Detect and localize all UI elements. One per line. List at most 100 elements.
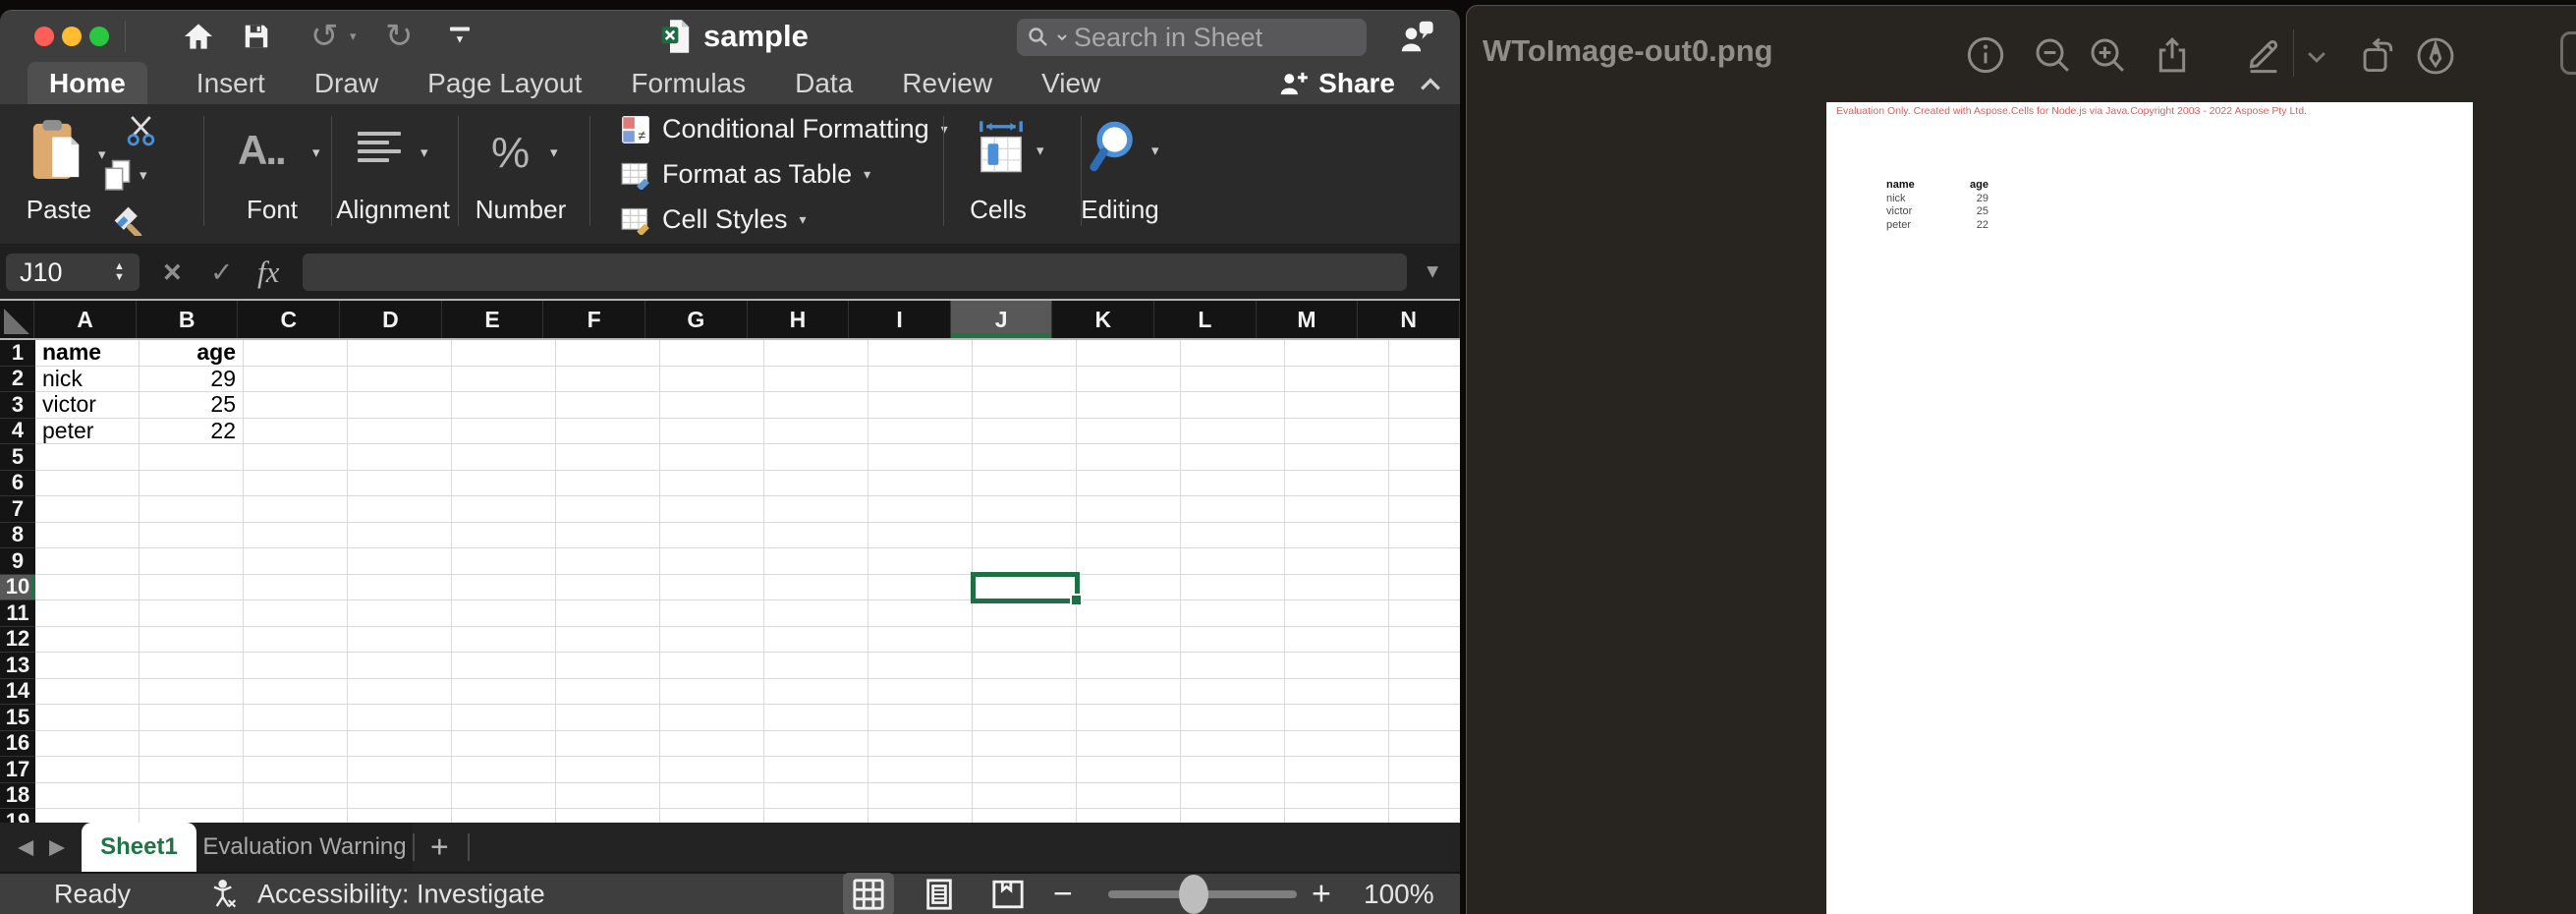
cell-F2[interactable] xyxy=(556,367,660,393)
cell-H6[interactable] xyxy=(764,471,868,497)
cell-C16[interactable] xyxy=(244,731,348,758)
cell-K8[interactable] xyxy=(1077,523,1181,549)
cell-D3[interactable] xyxy=(348,392,452,419)
row-header-2[interactable]: 2 xyxy=(0,367,35,393)
cell-J16[interactable] xyxy=(973,731,1077,758)
undo-caret-icon[interactable]: ▾ xyxy=(350,29,357,44)
cell-H16[interactable] xyxy=(764,731,868,758)
cell-B18[interactable] xyxy=(140,783,244,810)
sheet-tab-evaluation-warning[interactable]: Evaluation Warning xyxy=(196,823,413,872)
select-all-corner[interactable] xyxy=(0,301,34,338)
cell-I8[interactable] xyxy=(868,523,973,549)
search-input[interactable] xyxy=(1074,23,1422,53)
cell-M19[interactable] xyxy=(1285,809,1389,823)
cell-D18[interactable] xyxy=(348,783,452,810)
tab-insert[interactable]: Insert xyxy=(196,68,265,99)
cell-L4[interactable] xyxy=(1181,419,1285,445)
row-header-9[interactable]: 9 xyxy=(0,548,35,575)
cell-M9[interactable] xyxy=(1285,548,1389,575)
cell-J18[interactable] xyxy=(973,783,1077,810)
cell-G5[interactable] xyxy=(660,444,764,471)
font-caret-icon[interactable]: ▾ xyxy=(312,143,320,161)
cell-E7[interactable] xyxy=(452,496,556,523)
cell-F17[interactable] xyxy=(556,757,660,783)
cell-A5[interactable] xyxy=(35,444,140,471)
cell-E13[interactable] xyxy=(452,653,556,679)
cell-L15[interactable] xyxy=(1181,705,1285,731)
row-header-8[interactable]: 8 xyxy=(0,523,35,549)
cell-E5[interactable] xyxy=(452,444,556,471)
cell-J3[interactable] xyxy=(973,392,1077,419)
cell-H7[interactable] xyxy=(764,496,868,523)
cell-L17[interactable] xyxy=(1181,757,1285,783)
cell-J5[interactable] xyxy=(973,444,1077,471)
row-header-19[interactable]: 19 xyxy=(0,809,35,823)
cell-C19[interactable] xyxy=(244,809,348,823)
cell-I19[interactable] xyxy=(868,809,973,823)
cell-C13[interactable] xyxy=(244,653,348,679)
cell-C10[interactable] xyxy=(244,575,348,601)
cell-J8[interactable] xyxy=(973,523,1077,549)
row-header-12[interactable]: 12 xyxy=(0,627,35,654)
cell-M11[interactable] xyxy=(1285,600,1389,627)
cell-E12[interactable] xyxy=(452,627,556,654)
cell-L13[interactable] xyxy=(1181,653,1285,679)
cell-H9[interactable] xyxy=(764,548,868,575)
cell-F11[interactable] xyxy=(556,600,660,627)
cell-J15[interactable] xyxy=(973,705,1077,731)
row-header-7[interactable]: 7 xyxy=(0,496,35,523)
cell-L1[interactable] xyxy=(1181,340,1285,367)
row-header-17[interactable]: 17 xyxy=(0,757,35,783)
row-header-18[interactable]: 18 xyxy=(0,783,35,810)
share-button[interactable]: Share xyxy=(1277,68,1395,99)
cell-G19[interactable] xyxy=(660,809,764,823)
cell-A8[interactable] xyxy=(35,523,140,549)
function-icon[interactable]: fx xyxy=(257,255,279,290)
zoom-in-button[interactable]: + xyxy=(1312,876,1331,914)
cell-B17[interactable] xyxy=(140,757,244,783)
cell-G4[interactable] xyxy=(660,419,764,445)
cell-G18[interactable] xyxy=(660,783,764,810)
zoom-window-button[interactable] xyxy=(89,27,109,46)
zoom-out-button[interactable]: − xyxy=(1053,876,1073,914)
cell-C9[interactable] xyxy=(244,548,348,575)
cell-D5[interactable] xyxy=(348,444,452,471)
cell-C2[interactable] xyxy=(244,367,348,393)
cell-C15[interactable] xyxy=(244,705,348,731)
cell-N18[interactable] xyxy=(1389,783,1460,810)
cell-G7[interactable] xyxy=(660,496,764,523)
cell-A2[interactable]: nick xyxy=(35,367,140,393)
cell-J4[interactable] xyxy=(973,419,1077,445)
zoom-level[interactable]: 100% xyxy=(1364,879,1434,910)
copy-caret-icon[interactable]: ▾ xyxy=(140,166,147,184)
cell-A16[interactable] xyxy=(35,731,140,758)
cell-J6[interactable] xyxy=(973,471,1077,497)
cell-H2[interactable] xyxy=(764,367,868,393)
cell-G8[interactable] xyxy=(660,523,764,549)
prev-sheet-icon[interactable]: ◀ xyxy=(18,835,33,860)
cell-K6[interactable] xyxy=(1077,471,1181,497)
normal-view-button[interactable] xyxy=(843,873,894,914)
cell-A13[interactable] xyxy=(35,653,140,679)
cell-H18[interactable] xyxy=(764,783,868,810)
tab-view[interactable]: View xyxy=(1041,68,1100,99)
cell-F4[interactable] xyxy=(556,419,660,445)
cell-D16[interactable] xyxy=(348,731,452,758)
cell-B8[interactable] xyxy=(140,523,244,549)
cell-J11[interactable] xyxy=(973,600,1077,627)
cell-H10[interactable] xyxy=(764,575,868,601)
row-header-13[interactable]: 13 xyxy=(0,653,35,679)
cell-A14[interactable] xyxy=(35,679,140,706)
cell-D13[interactable] xyxy=(348,653,452,679)
cell-H3[interactable] xyxy=(764,392,868,419)
cell-L12[interactable] xyxy=(1181,627,1285,654)
cell-A11[interactable] xyxy=(35,600,140,627)
cell-J10[interactable] xyxy=(973,575,1077,601)
cell-K9[interactable] xyxy=(1077,548,1181,575)
cell-I4[interactable] xyxy=(868,419,973,445)
copy-icon[interactable] xyxy=(102,159,134,193)
cell-styles-button[interactable]: Cell Styles ▾ xyxy=(621,204,807,235)
cell-E10[interactable] xyxy=(452,575,556,601)
redo-icon[interactable]: ↻ xyxy=(385,20,414,53)
cell-N1[interactable] xyxy=(1389,340,1460,367)
